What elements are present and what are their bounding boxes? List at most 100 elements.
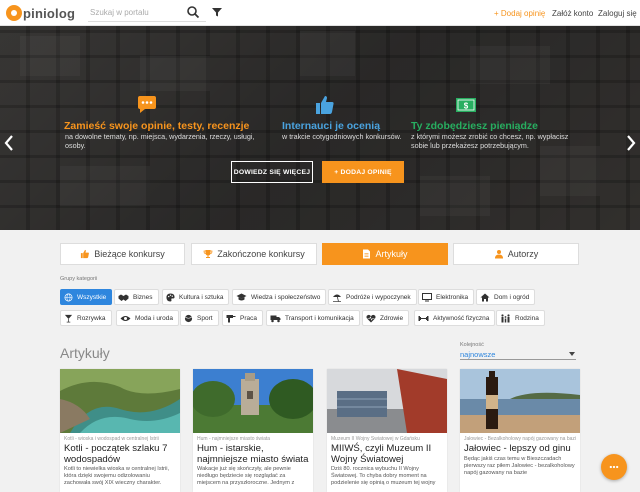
category-label: Dom i ogród [494, 293, 530, 301]
chevron-right-icon[interactable] [625, 134, 637, 152]
article-thumbnail [193, 369, 313, 433]
category-sport[interactable]: Sport [180, 310, 219, 326]
chevron-down-icon [569, 352, 575, 356]
feature-title: Zamieść swoje opinie, testy, recenzje [64, 120, 250, 132]
truck-icon [270, 315, 281, 322]
category-culture-art[interactable]: Kultura i sztuka [162, 289, 230, 305]
graduation-cap-icon [236, 293, 247, 300]
article-excerpt: Wakacje już się skończyły, ale pewnie ni… [197, 466, 295, 486]
category-label: Transport i komunikacja [285, 314, 354, 322]
svg-text:$: $ [464, 102, 469, 111]
category-transport[interactable]: Transport i komunikacja [266, 310, 360, 326]
category-label: Biznes [133, 293, 153, 301]
article-title: Hum - istarskie, najmniejsze miasto świa… [197, 443, 309, 465]
category-family[interactable]: Rodzina [496, 310, 545, 326]
articles-heading: Artykuły [60, 345, 110, 361]
add-review-link[interactable]: + Dodaj opinię [494, 9, 545, 18]
article-title: Kotli - początek szlaku 7 wodospadów [64, 443, 168, 465]
tab-label: Autorzy [507, 249, 539, 259]
ball-icon [184, 314, 193, 322]
article-thumbnail [460, 369, 580, 433]
heartbeat-icon [366, 314, 376, 322]
category-label: Moda i uroda [135, 314, 173, 322]
feature-description: w trakcie cotygodniowych konkursów. [282, 132, 402, 141]
category-home-garden[interactable]: Dom i ogród [476, 289, 536, 305]
category-label: Praca [240, 314, 257, 322]
tab-current-contests[interactable]: Bieżące konkursy [60, 243, 185, 265]
logo-icon [6, 5, 22, 21]
category-physical-activity[interactable]: Aktywność fizyczna [414, 310, 496, 326]
filter-icon[interactable] [211, 6, 223, 18]
category-fashion-beauty[interactable]: Moda i uroda [116, 310, 179, 326]
eye-icon [120, 315, 131, 321]
speech-bubble-icon [138, 96, 156, 113]
palette-icon [166, 292, 175, 302]
user-icon [494, 250, 503, 259]
chevron-left-icon[interactable] [3, 134, 15, 152]
category-label: Rodzina [515, 314, 539, 322]
globe-icon [64, 293, 73, 301]
hero-banner: Zamieść swoje opinie, testy, recenzje na… [0, 26, 640, 230]
article-card[interactable]: Muzeum II Wojny Światowej w Gdańsku MIIW… [327, 369, 447, 492]
handshake-icon [118, 294, 129, 301]
category-label: Zdrowie [380, 314, 404, 322]
login-link[interactable]: Zaloguj się [598, 9, 637, 18]
feature-title: Ty zdobędziesz pieniądze [411, 120, 538, 132]
tab-label: Artykuły [375, 249, 408, 259]
speech-bubble-icon [609, 465, 619, 469]
logo-text: piniolog [23, 5, 76, 21]
search-icon[interactable] [186, 5, 200, 19]
thumbs-up-icon [316, 96, 334, 114]
family-icon [501, 313, 510, 322]
article-card[interactable]: Hum - najmniejsze miasto świata Hum - is… [193, 369, 313, 492]
category-travel[interactable]: Podróże i wypoczynek [328, 289, 417, 305]
cocktail-icon [64, 314, 73, 322]
article-excerpt: Kotli to niewielka wioska w centralnej I… [64, 466, 170, 486]
category-knowledge-society[interactable]: Wiedza i społeczeństwo [232, 289, 327, 305]
monitor-icon [422, 292, 432, 301]
feature-description: z którymi możesz zrobić co chcesz, np. w… [411, 132, 569, 150]
category-label: Rozrywka [77, 314, 106, 322]
category-label: Elektronika [436, 293, 469, 301]
article-card[interactable]: Kotli - wioska i wodospad w centralnej I… [60, 369, 180, 492]
speech-bubble-button[interactable] [601, 454, 627, 480]
article-title: Jałowiec - lepszy od ginu [464, 443, 571, 454]
category-health[interactable]: Zdrowie [362, 310, 410, 326]
feature-description: na dowolne tematy, np. miejsca, wydarzen… [65, 132, 255, 150]
category-all[interactable]: Wszystkie [60, 289, 113, 305]
sort-value: najnowsze [460, 350, 496, 359]
tab-label: Zakończone konkursy [217, 249, 305, 259]
tab-authors[interactable]: Autorzy [453, 243, 579, 265]
tab-articles[interactable]: Artykuły [322, 243, 448, 265]
document-icon [363, 249, 371, 259]
article-title: MIIWŚ, czyli Muzeum II Wojny Światowej [331, 443, 432, 465]
drill-icon [226, 314, 236, 322]
category-groups-label: Grupy kategorii [60, 276, 98, 282]
sort-select[interactable]: najnowsze [460, 350, 576, 360]
category-label: Aktywność fizyczna [433, 314, 490, 322]
category-label: Wszystkie [77, 293, 107, 301]
article-excerpt: Dziś 80. rocznica wybuchu II Wojny Świat… [331, 466, 436, 486]
register-link[interactable]: Załóż konto [552, 9, 593, 18]
article-category: Muzeum II Wojny Światowej w Gdańsku [331, 436, 420, 442]
add-review-button[interactable]: + DODAJ OPINIĘ [322, 161, 404, 183]
trophy-icon [203, 250, 213, 258]
house-icon [480, 293, 490, 301]
category-entertainment[interactable]: Rozrywka [60, 310, 112, 326]
article-card[interactable]: Jałowiec - Bezalkoholowy napój gazowany … [460, 369, 580, 492]
sort-label: Kolejność [460, 342, 484, 348]
beach-umbrella-icon [333, 294, 341, 302]
article-thumbnail [60, 369, 180, 433]
category-label: Wiedza i społeczeństwo [251, 293, 321, 301]
logo[interactable]: piniolog [6, 4, 75, 22]
learn-more-button[interactable]: DOWIEDZ SIĘ WIĘCEJ [231, 161, 313, 183]
dumbbell-icon [418, 315, 429, 321]
tab-finished-contests[interactable]: Zakończone konkursy [191, 243, 317, 265]
category-label: Podróże i wypoczynek [346, 293, 411, 301]
top-bar: piniolog + Dodaj opinię Załóż konto Zalo… [0, 0, 640, 26]
category-business[interactable]: Biznes [114, 289, 159, 305]
tab-label: Bieżące konkursy [94, 249, 165, 259]
category-electronics[interactable]: Elektronika [418, 289, 475, 305]
feature-title: Internauci je ocenią [282, 120, 381, 132]
category-work[interactable]: Praca [222, 310, 263, 326]
